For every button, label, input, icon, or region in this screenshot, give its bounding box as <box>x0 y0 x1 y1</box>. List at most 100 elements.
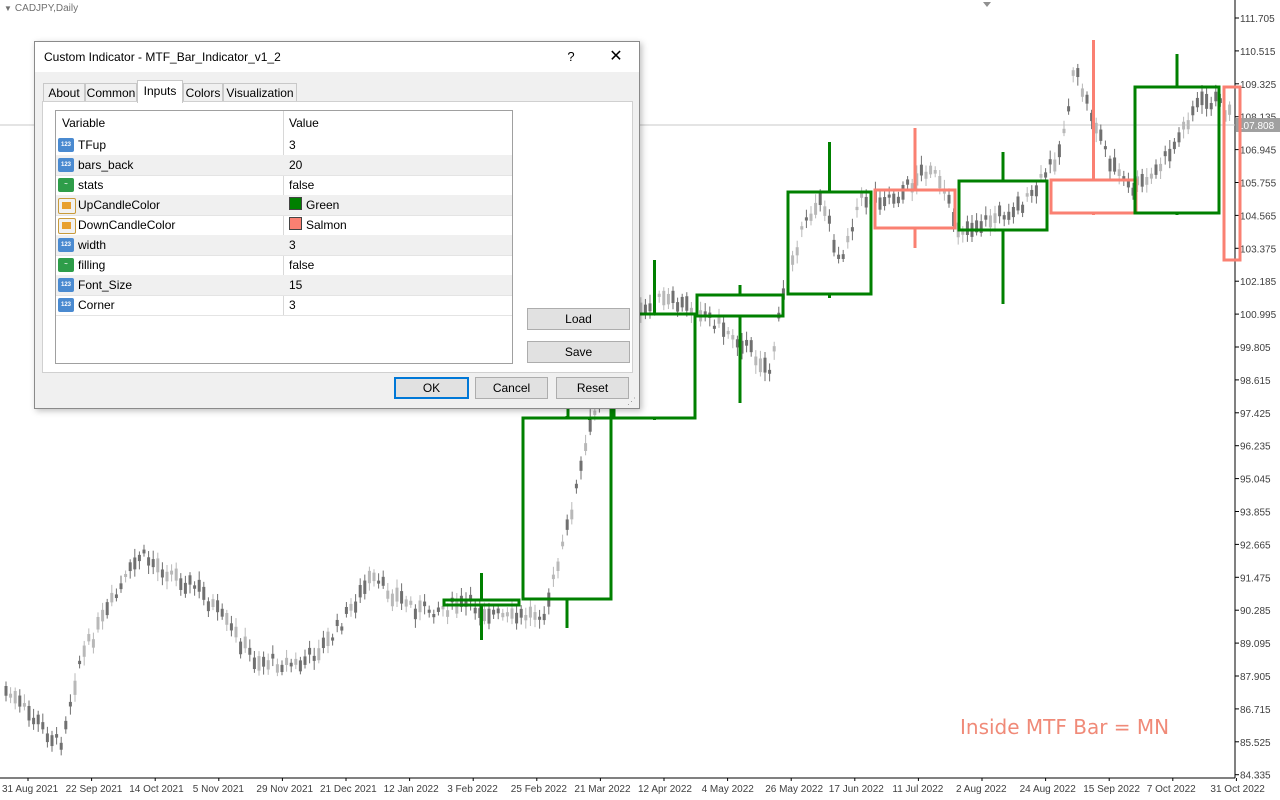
variable-column-header[interactable]: Variable <box>56 111 105 135</box>
variable-value[interactable]: false <box>289 175 314 195</box>
candle-body <box>367 570 371 584</box>
candle-body <box>358 585 362 598</box>
candle-body <box>593 410 597 416</box>
candle-body <box>712 325 716 329</box>
candle-body <box>225 613 229 625</box>
candle-body <box>657 293 661 297</box>
resize-grip-icon[interactable]: ⋰ <box>627 396 636 407</box>
input-row-stats[interactable]: ~ stats false <box>56 175 512 196</box>
candle-body <box>1080 88 1084 97</box>
cancel-button[interactable]: Cancel <box>475 377 548 399</box>
candle-body <box>505 612 509 617</box>
candle-body <box>1044 172 1048 178</box>
candle-body <box>680 296 684 308</box>
candle-body <box>1177 132 1181 143</box>
variable-value[interactable]: 3 <box>289 295 296 315</box>
inputs-panel: Variable Value 123 TFup 3 123 bars_back 20 ~ st… <box>42 101 633 373</box>
candle-body <box>929 165 933 175</box>
candle-body <box>114 594 118 599</box>
candle-body <box>814 202 818 215</box>
candle-body <box>285 657 289 666</box>
tab-about[interactable]: About <box>43 83 85 102</box>
price-label: 86.715 <box>1240 705 1271 716</box>
candle-body <box>271 653 275 659</box>
candle-body <box>331 637 335 641</box>
candle-body <box>110 592 114 603</box>
input-row-filling[interactable]: ~ filling false <box>56 255 512 276</box>
date-label: 31 Aug 2021 <box>2 784 59 795</box>
variable-value[interactable]: 3 <box>289 235 296 255</box>
candle-body <box>147 557 151 566</box>
candle-body <box>749 340 753 353</box>
candle-body <box>349 603 353 611</box>
candle-body <box>837 254 841 259</box>
input-row-tfup[interactable]: 123 TFup 3 <box>56 135 512 156</box>
help-button[interactable]: ? <box>561 47 581 67</box>
tab-inputs[interactable]: Inputs <box>137 80 183 103</box>
chart-symbol-label: CADJPY,Daily <box>14 3 79 14</box>
candle-body <box>101 609 105 622</box>
variable-value[interactable]: Green <box>289 195 339 215</box>
save-button[interactable]: Save <box>527 341 630 363</box>
candle-body <box>841 254 845 259</box>
value-column-header[interactable]: Value <box>283 111 319 135</box>
candle-body <box>726 330 730 335</box>
variable-value[interactable]: 20 <box>289 155 302 175</box>
candle-body <box>133 557 137 570</box>
candle-body <box>22 703 26 707</box>
candle-body <box>280 664 284 673</box>
color-swatch <box>289 197 302 210</box>
input-row-font-size[interactable]: 123 Font_Size 15 <box>56 275 512 296</box>
dialog-titlebar[interactable]: Custom Indicator - MTF_Bar_Indicator_v1_… <box>35 42 639 72</box>
candle-body <box>354 601 358 613</box>
input-row-bars-back[interactable]: 123 bars_back 20 <box>56 155 512 176</box>
tab-colors[interactable]: Colors <box>183 83 223 102</box>
date-label: 29 Nov 2021 <box>256 784 313 795</box>
close-icon[interactable]: ✕ <box>603 45 629 69</box>
ok-button[interactable]: OK <box>394 377 469 399</box>
candle-body <box>1016 196 1020 211</box>
candle-body <box>1067 106 1071 112</box>
variable-value[interactable]: false <box>289 255 314 275</box>
price-label: 89.095 <box>1240 639 1271 650</box>
candle-body <box>864 196 868 208</box>
date-label: 12 Apr 2022 <box>638 784 692 795</box>
variable-value[interactable]: 3 <box>289 135 296 155</box>
candle-body <box>524 614 528 621</box>
input-row-downcandlecolor[interactable]: DownCandleColor Salmon <box>56 215 512 236</box>
candle-body <box>193 585 197 589</box>
input-row-upcandlecolor[interactable]: UpCandleColor Green <box>56 195 512 216</box>
variable-name: width <box>78 238 107 252</box>
candle-body <box>91 639 95 648</box>
chart-menu-triangle-icon[interactable]: ▼ <box>4 4 12 13</box>
price-label: 100.995 <box>1240 310 1277 321</box>
candle-body <box>1168 148 1172 162</box>
candle-body <box>804 217 808 221</box>
chart-shift-icon <box>983 2 991 7</box>
load-button[interactable]: Load <box>527 308 630 330</box>
price-label: 110.515 <box>1240 47 1276 58</box>
candle-body <box>1030 189 1034 196</box>
input-row-width[interactable]: 123 width 3 <box>56 235 512 256</box>
candle-body <box>395 587 399 602</box>
date-label: 17 Jun 2022 <box>829 784 884 795</box>
candle-body <box>676 302 680 312</box>
numeric-type-icon: 123 <box>58 158 74 172</box>
candle-body <box>832 239 836 253</box>
tab-visualization[interactable]: Visualization <box>223 83 297 102</box>
inputs-grid[interactable]: Variable Value 123 TFup 3 123 bars_back 20 ~ st… <box>55 110 513 364</box>
candle-body <box>800 226 804 230</box>
tab-common[interactable]: Common <box>85 83 137 102</box>
variable-value[interactable]: Salmon <box>289 215 347 235</box>
candle-body <box>947 194 951 204</box>
candle-body <box>78 660 82 665</box>
candle-body <box>1071 70 1075 76</box>
input-row-corner[interactable]: 123 Corner 3 <box>56 295 512 316</box>
date-label: 21 Mar 2022 <box>574 784 631 795</box>
variable-value[interactable]: 15 <box>289 275 302 295</box>
candle-body <box>340 626 344 631</box>
price-label: 106.945 <box>1240 146 1277 157</box>
reset-button[interactable]: Reset <box>556 377 629 399</box>
candle-body <box>455 601 459 614</box>
candle-body <box>418 600 422 613</box>
